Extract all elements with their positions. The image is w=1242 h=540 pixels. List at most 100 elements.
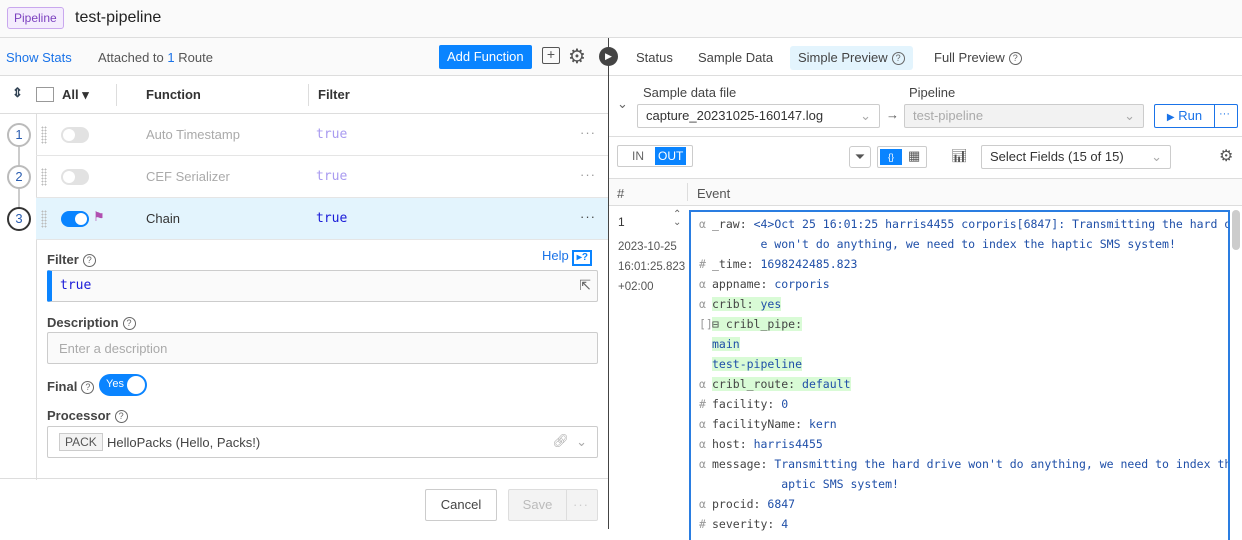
help-link[interactable]: Help ▸?	[542, 248, 593, 266]
columns-icon[interactable]	[36, 87, 54, 102]
function-row[interactable]: Auto Timestamp true ···	[36, 114, 608, 156]
run-options-button[interactable]: ···	[1219, 108, 1230, 120]
sample-file-select[interactable]: capture_20231025-160147.log ⌄	[637, 104, 880, 128]
tab-sample-data[interactable]: Sample Data	[690, 46, 781, 70]
function-row[interactable]: CEF Serializer true ···	[36, 156, 608, 198]
event-sort-icon[interactable]: ⌃ ⌄	[673, 210, 681, 228]
field-content: message: Transmitting the hard drive won…	[712, 457, 1228, 471]
drag-handle[interactable]	[41, 210, 47, 228]
pipeline-value: test-pipeline	[913, 108, 984, 123]
field-value: <4>Oct 25 16:01:25 harris4455 corporis[6…	[753, 217, 1230, 231]
field-content: appname: corporis	[712, 277, 830, 291]
help-icon[interactable]: ?	[891, 52, 905, 65]
event-field[interactable]: αmain	[699, 334, 740, 354]
field-type-icon: α	[699, 337, 720, 351]
more-icon[interactable]: ···	[580, 209, 596, 224]
enable-toggle[interactable]	[61, 127, 89, 143]
tab-label: Full Preview	[934, 50, 1005, 65]
filter-funnel-icon[interactable]: ⏷	[849, 146, 871, 168]
event-field[interactable]: # _time: 1698242485.823	[699, 254, 857, 274]
sample-file-value: capture_20231025-160147.log	[646, 108, 824, 123]
settings-gear-icon[interactable]: ⚙	[1219, 146, 1233, 166]
tab-full-preview[interactable]: Full Preview?	[926, 46, 1030, 70]
all-dropdown[interactable]: All ▾	[62, 87, 89, 103]
collapse-all-icon[interactable]: ⇕	[12, 85, 23, 101]
more-icon[interactable]: ···	[580, 125, 596, 140]
sample-file-label: Sample data file	[643, 85, 737, 100]
field-content: _time: 1698242485.823	[712, 257, 857, 271]
show-stats-link[interactable]: Show Stats	[6, 50, 72, 65]
add-comment-icon[interactable]: +	[542, 47, 560, 64]
processor-select[interactable]: PACK HelloPacks (Hello, Packs!) 🔗︎ ⌄	[47, 426, 598, 458]
add-function-button[interactable]: Add Function	[439, 45, 532, 69]
column-event: Event	[697, 186, 731, 201]
field-type-icon: #	[699, 257, 706, 271]
tab-simple-preview[interactable]: Simple Preview?	[790, 46, 913, 70]
table-view-icon[interactable]: ▦	[908, 148, 920, 164]
gear-icon[interactable]: ⚙	[568, 44, 586, 69]
more-icon[interactable]: ···	[580, 167, 596, 182]
help-icon[interactable]: ?	[81, 381, 95, 394]
field-key: facility:	[712, 397, 775, 411]
pipeline-select[interactable]: test-pipeline ⌄	[904, 104, 1144, 128]
event-field[interactable]: αtest-pipeline	[699, 354, 803, 374]
preview-tabs: Status Sample Data Simple Preview? Full …	[609, 38, 1242, 76]
save-options-button[interactable]: ···	[573, 497, 589, 512]
function-row-selected[interactable]: ⚑ Chain true ···	[36, 198, 608, 240]
chart-icon[interactable]: 📊︎	[951, 148, 968, 164]
description-input[interactable]: Enter a description	[47, 332, 598, 364]
functions-panel: Show Stats Attached to 1 Route Add Funct…	[0, 38, 608, 529]
event-field[interactable]: []⊟ cribl_pipe:	[699, 314, 803, 334]
in-out-toggle: IN OUT	[617, 145, 693, 167]
json-view-icon[interactable]: {}	[880, 149, 902, 165]
field-value: harris4455	[753, 437, 823, 451]
event-field[interactable]: e won't do anything, we need to index th…	[699, 234, 1175, 254]
event-field[interactable]: α message: Transmitting the hard drive wo…	[699, 454, 1228, 474]
event-field[interactable]: α cribl_route: default	[699, 374, 851, 394]
field-key: cribl_route:	[712, 377, 796, 391]
help-icon[interactable]: ?	[114, 410, 128, 423]
event-field[interactable]: # severity: 4	[699, 514, 788, 534]
event-field[interactable]: α cribl: yes	[699, 294, 782, 314]
all-label: All	[62, 87, 79, 102]
save-button[interactable]: Save	[509, 490, 567, 520]
event-field[interactable]: aptic SMS system!	[699, 474, 899, 494]
filter-input[interactable]: true ⇱	[47, 270, 598, 302]
tab-status[interactable]: Status	[628, 46, 681, 70]
expand-editor-icon[interactable]: ⇱	[579, 277, 591, 294]
select-fields-dropdown[interactable]: Select Fields (15 of 15) ⌄	[981, 145, 1171, 169]
cancel-button[interactable]: Cancel	[425, 489, 497, 521]
attached-routes[interactable]: Attached to 1 Route	[98, 50, 213, 65]
event-date: 2023-10-25	[618, 241, 677, 253]
field-key: host:	[712, 437, 747, 451]
processor-label-text: Processor	[47, 408, 111, 423]
help-icon[interactable]: ?	[122, 317, 136, 330]
pipeline-badge: Pipeline	[7, 7, 64, 29]
drag-handle[interactable]	[41, 126, 47, 144]
field-content: aptic SMS system!	[712, 477, 899, 491]
collapse-chevron-icon[interactable]: ⌄	[617, 96, 628, 112]
event-field[interactable]: α host: harris4455	[699, 434, 823, 454]
field-type-icon: α	[699, 277, 706, 291]
help-icon[interactable]: ?	[1008, 52, 1022, 65]
event-json[interactable]: α _raw: <4>Oct 25 16:01:25 harris4455 cor…	[689, 210, 1230, 540]
out-button[interactable]: OUT	[655, 147, 687, 165]
drag-handle[interactable]	[41, 168, 47, 186]
event-field[interactable]: α facilityName: kern	[699, 414, 837, 434]
event-timezone: +02:00	[618, 281, 654, 293]
link-icon[interactable]: 🔗︎	[552, 433, 569, 449]
event-field[interactable]: # facility: 0	[699, 394, 788, 414]
final-toggle[interactable]: Yes	[99, 374, 147, 396]
scrollbar[interactable]	[1232, 210, 1240, 250]
view-toggle: {} ▦	[877, 146, 927, 168]
field-key: _time:	[712, 257, 754, 271]
processor-value: HelloPacks (Hello, Packs!)	[107, 435, 261, 450]
in-button[interactable]: IN	[632, 149, 644, 163]
event-field[interactable]: α procid: 6847	[699, 494, 795, 514]
enable-toggle[interactable]	[61, 169, 89, 185]
event-field[interactable]: α _raw: <4>Oct 25 16:01:25 harris4455 cor…	[699, 214, 1230, 234]
help-icon[interactable]: ?	[82, 254, 96, 267]
enable-toggle[interactable]	[61, 211, 89, 227]
event-field[interactable]: α appname: corporis	[699, 274, 830, 294]
run-button[interactable]: ▶ Run	[1155, 105, 1215, 127]
